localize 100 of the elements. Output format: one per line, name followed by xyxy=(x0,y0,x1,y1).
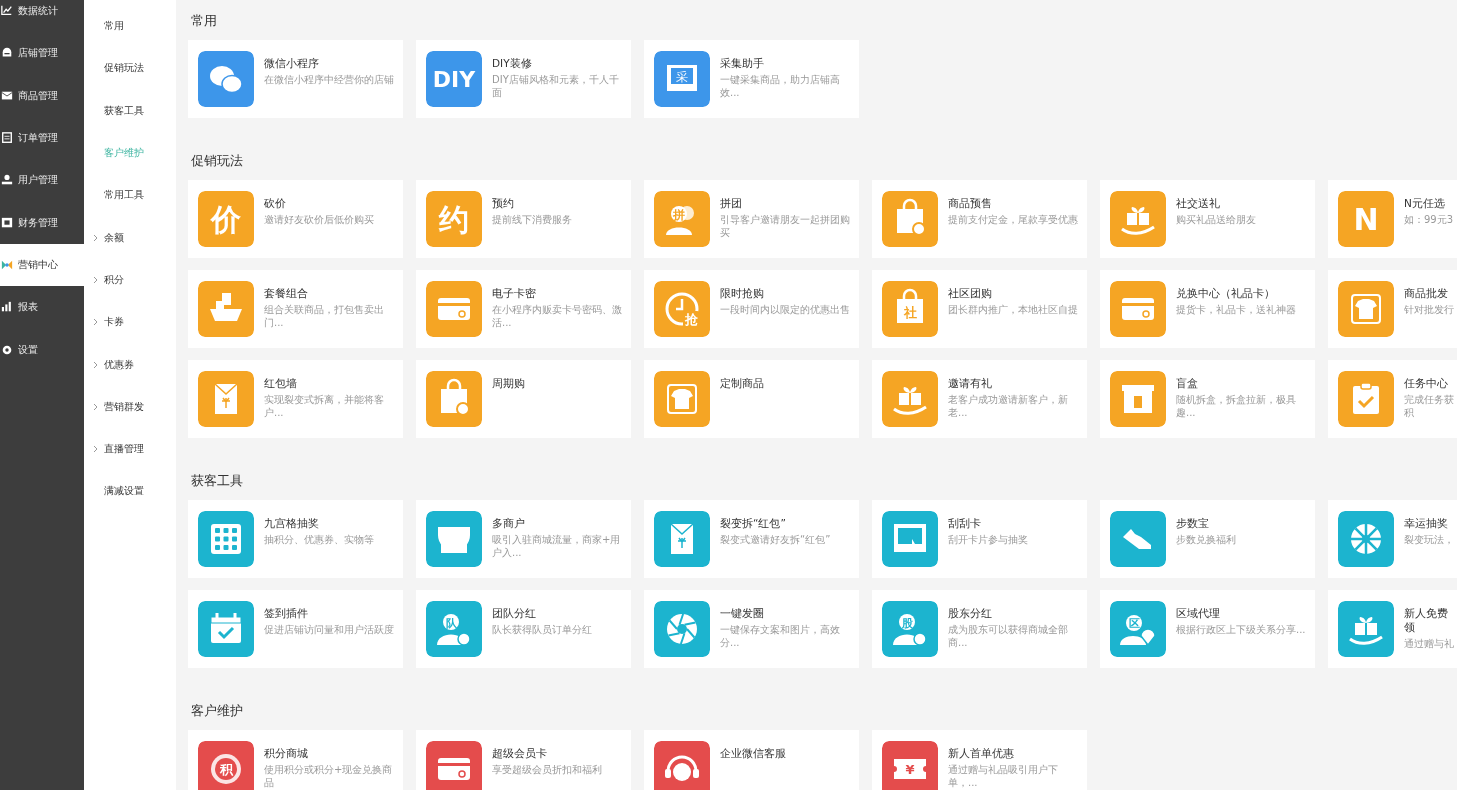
card-title: 砍价 xyxy=(264,196,286,210)
feature-card[interactable]: 周期购 xyxy=(416,360,631,438)
card-title: N元任选 xyxy=(1404,196,1445,210)
feature-card[interactable]: 商品预售 提前支付定金，尾款享受优惠 xyxy=(872,180,1087,258)
card-description: 随机拆盒，拆盒拉新，极具趣... xyxy=(1176,393,1297,419)
bar-chart-icon xyxy=(1,301,13,314)
feature-card[interactable]: 幸运抽奖 裂变玩法， xyxy=(1328,500,1457,578)
card-title: 幸运抽奖 xyxy=(1404,516,1448,530)
card-title: 社交送礼 xyxy=(1176,196,1220,210)
feature-card[interactable]: 盲盒 随机拆盒，拆盒拉新，极具趣... xyxy=(1100,360,1315,438)
card-title: 商品预售 xyxy=(948,196,992,210)
card-description: 如：99元3 xyxy=(1404,213,1454,226)
card-title: 电子卡密 xyxy=(492,286,536,300)
card-title: 超级会员卡 xyxy=(492,746,547,760)
feature-card[interactable]: 步数宝 步数兑换福利 xyxy=(1100,500,1315,578)
feature-card[interactable]: DIY DIY装修 DIY店铺风格和元素，千人千面 xyxy=(416,40,631,118)
nav-link[interactable]: 营销群发 xyxy=(104,399,144,414)
feature-card[interactable]: 企业微信客服 xyxy=(644,730,859,790)
nav-link[interactable]: 获客工具 xyxy=(104,103,144,118)
sidebar-item[interactable]: 订单管理 xyxy=(0,116,84,160)
feature-card[interactable]: 多商户 吸引入驻商城流量，商家+用户入... xyxy=(416,500,631,578)
feature-card[interactable]: 九宫格抽奖 抽积分、优惠券、实物等 xyxy=(188,500,403,578)
nav-link[interactable]: 积分 xyxy=(104,272,124,287)
feature-card[interactable]: 裂变拆“红包” 裂变式邀请好友拆“红包” xyxy=(644,500,859,578)
feature-card[interactable]: 红包墙 实现裂变式拆离，并能将客户... xyxy=(188,360,403,438)
app-icon: DIY xyxy=(426,51,482,107)
feature-card[interactable]: 任务中心 完成任务获积 xyxy=(1328,360,1457,438)
feature-card[interactable]: 邀请有礼 老客户成功邀请新客户，新老... xyxy=(872,360,1087,438)
card-title: 预约 xyxy=(492,196,514,210)
section-title: 促销玩法 xyxy=(191,152,244,170)
card-title: 一键发圈 xyxy=(720,606,764,620)
app-icon: 采 xyxy=(654,51,710,107)
feature-card[interactable]: 社 社区团购 团长群内推广，本地社区自提 xyxy=(872,270,1087,348)
card-title: 拼团 xyxy=(720,196,742,210)
sidebar-item[interactable]: 报表 xyxy=(0,286,84,329)
feature-card[interactable]: 积 积分商城 使用积分或积分+现金兑换商品 xyxy=(188,730,403,790)
card-description: 一键采集商品，助力店铺高效... xyxy=(720,73,841,99)
nav-link[interactable]: 余额 xyxy=(104,230,124,245)
card-description: 邀请好友砍价后低价购买 xyxy=(264,213,374,226)
card-description: 在微信小程序中经营你的店铺 xyxy=(264,73,394,86)
card-title: 邀请有礼 xyxy=(948,376,992,390)
card-description: 裂变玩法， xyxy=(1404,533,1454,546)
sidebar-item[interactable]: 商品管理 xyxy=(0,74,84,117)
clock-icon: 抢 xyxy=(654,281,710,337)
nav-link[interactable]: 满减设置 xyxy=(104,484,144,499)
card-title: 红包墙 xyxy=(264,376,297,390)
nav-link[interactable]: 常用 xyxy=(104,19,124,34)
chart-icon xyxy=(1,5,13,18)
card-description: 针对批发行 xyxy=(1404,303,1454,316)
feature-card[interactable]: 电子卡密 在小程序内贩卖卡号密码、激活... xyxy=(416,270,631,348)
card-description: 提前支付定金，尾款享受优惠 xyxy=(948,213,1078,226)
feature-card[interactable]: 一键发圈 一键保存文案和图片，高效分... xyxy=(644,590,859,668)
feature-card[interactable]: 社交送礼 购买礼品送给朋友 xyxy=(1100,180,1315,258)
feature-card[interactable]: 微信小程序 在微信小程序中经营你的店铺 xyxy=(188,40,403,118)
feature-card[interactable]: 区 区域代理 根据行政区上下级关系分享... xyxy=(1100,590,1315,668)
feature-card[interactable]: 套餐组合 组合关联商品，打包售卖出门... xyxy=(188,270,403,348)
feature-card[interactable]: ¥ 新人首单优惠 通过赠与礼品吸引用户下单，... xyxy=(872,730,1087,790)
sidebar-item[interactable]: 数据统计 xyxy=(0,0,84,33)
card-title: 积分商城 xyxy=(264,746,308,760)
feature-card[interactable]: 约 预约 提前线下消费服务 xyxy=(416,180,631,258)
card-description: 步数兑换福利 xyxy=(1176,533,1236,546)
nav-link[interactable]: 促销玩法 xyxy=(104,61,144,76)
feature-card[interactable]: 股 股东分红 成为股东可以获得商城全部商... xyxy=(872,590,1087,668)
card-title: 刮刮卡 xyxy=(948,516,981,530)
card-description: 抽积分、优惠券、实物等 xyxy=(264,533,374,546)
card-title: 商品批发 xyxy=(1404,286,1448,300)
feature-card[interactable]: 超级会员卡 享受超级会员折扣和福利 xyxy=(416,730,631,790)
ticket-icon: ¥ xyxy=(882,741,938,790)
feature-card[interactable]: 队 团队分红 队长获得队员订单分红 xyxy=(416,590,631,668)
card-description: 组合关联商品，打包售卖出门... xyxy=(264,303,385,329)
app-icon: N xyxy=(1338,191,1394,247)
card-title: 股东分红 xyxy=(948,606,992,620)
app-icon: 价 xyxy=(198,191,254,247)
sidebar-item[interactable]: 营销中心 xyxy=(0,243,84,287)
feature-card[interactable]: 定制商品 xyxy=(644,360,859,438)
card-description: 提前线下消费服务 xyxy=(492,213,572,226)
feature-card[interactable]: 兑换中心（礼品卡） 提货卡，礼品卡，送礼神器 xyxy=(1100,270,1315,348)
sidebar-item[interactable]: 设置 xyxy=(0,328,84,371)
feature-card[interactable]: 新人免费领 通过赠与礼 xyxy=(1328,590,1457,668)
sidebar-item[interactable]: 店铺管理 xyxy=(0,32,84,75)
card-title: 裂变拆“红包” xyxy=(720,516,786,530)
nav-link[interactable]: 卡券 xyxy=(104,315,124,330)
nav-link[interactable]: 常用工具 xyxy=(104,188,144,203)
sidebar-item[interactable]: 财务管理 xyxy=(0,201,84,244)
card-description: 一键保存文案和图片，高效分... xyxy=(720,623,841,649)
card-description: 在小程序内贩卖卡号密码、激活... xyxy=(492,303,623,329)
card-title: 新人首单优惠 xyxy=(948,746,1014,760)
nav-link[interactable]: 直播管理 xyxy=(104,442,144,457)
feature-card[interactable]: 刮刮卡 刮开卡片参与抽奖 xyxy=(872,500,1087,578)
card-title: 盲盒 xyxy=(1176,376,1198,390)
feature-card[interactable]: 签到插件 促进店铺访问量和用户活跃度 xyxy=(188,590,403,668)
feature-card[interactable]: 商品批发 针对批发行 xyxy=(1328,270,1457,348)
feature-card[interactable]: N N元任选 如：99元3 xyxy=(1328,180,1457,258)
feature-card[interactable]: 采 采集助手 一键采集商品，助力店铺高效... xyxy=(644,40,859,118)
feature-card[interactable]: 价 砍价 邀请好友砍价后低价购买 xyxy=(188,180,403,258)
card-description: 促进店铺访问量和用户活跃度 xyxy=(264,623,394,636)
sidebar-item[interactable]: 用户管理 xyxy=(0,159,84,202)
nav-link[interactable]: 优惠券 xyxy=(104,357,134,372)
card-description: 老客户成功邀请新客户，新老... xyxy=(948,393,1069,419)
card-description: 完成任务获积 xyxy=(1404,393,1454,419)
